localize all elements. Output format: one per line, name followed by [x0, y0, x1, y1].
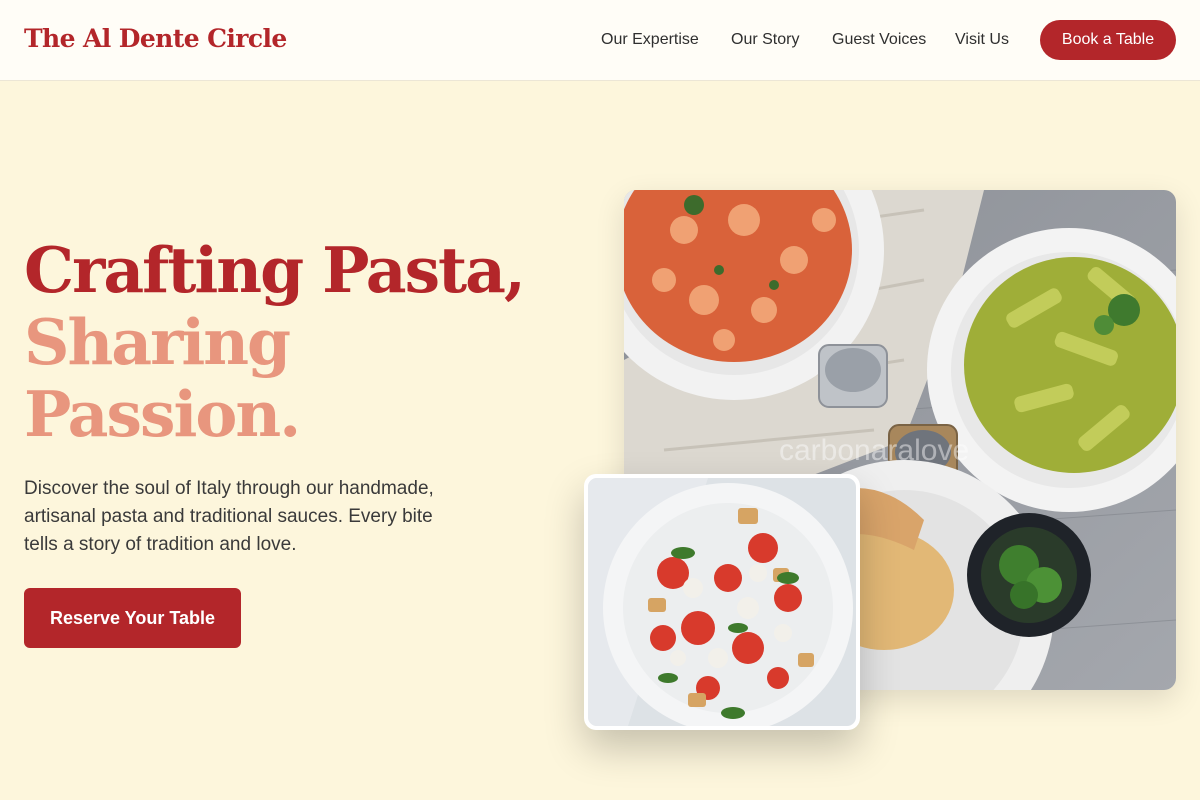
hero-description: Discover the soul of Italy through our h…	[24, 478, 434, 555]
nav-link-guest-voices[interactable]: Guest Voices	[832, 31, 926, 49]
nav-link-our-expertise[interactable]: Our Expertise	[601, 31, 699, 49]
nav-link-our-story[interactable]: Our Story	[731, 31, 799, 49]
caprese-salad-photo	[584, 474, 860, 730]
hero-headline: Crafting Pasta, Sharing Passion.	[24, 233, 526, 451]
headline-line-1: Crafting Pasta,	[24, 233, 526, 307]
reserve-table-button[interactable]: Reserve Your Table	[24, 588, 241, 648]
headline-line-2: Sharing	[24, 305, 291, 379]
site-header: The Al Dente Circle Our Expertise Our St…	[0, 0, 1200, 81]
headline-line-3: Passion.	[24, 377, 301, 451]
nav-link-visit-us[interactable]: Visit Us	[955, 31, 1009, 49]
watermark-text: carbonaralove	[779, 434, 969, 467]
book-table-button[interactable]: Book a Table	[1040, 20, 1176, 60]
brand-logo[interactable]: The Al Dente Circle	[24, 24, 287, 53]
